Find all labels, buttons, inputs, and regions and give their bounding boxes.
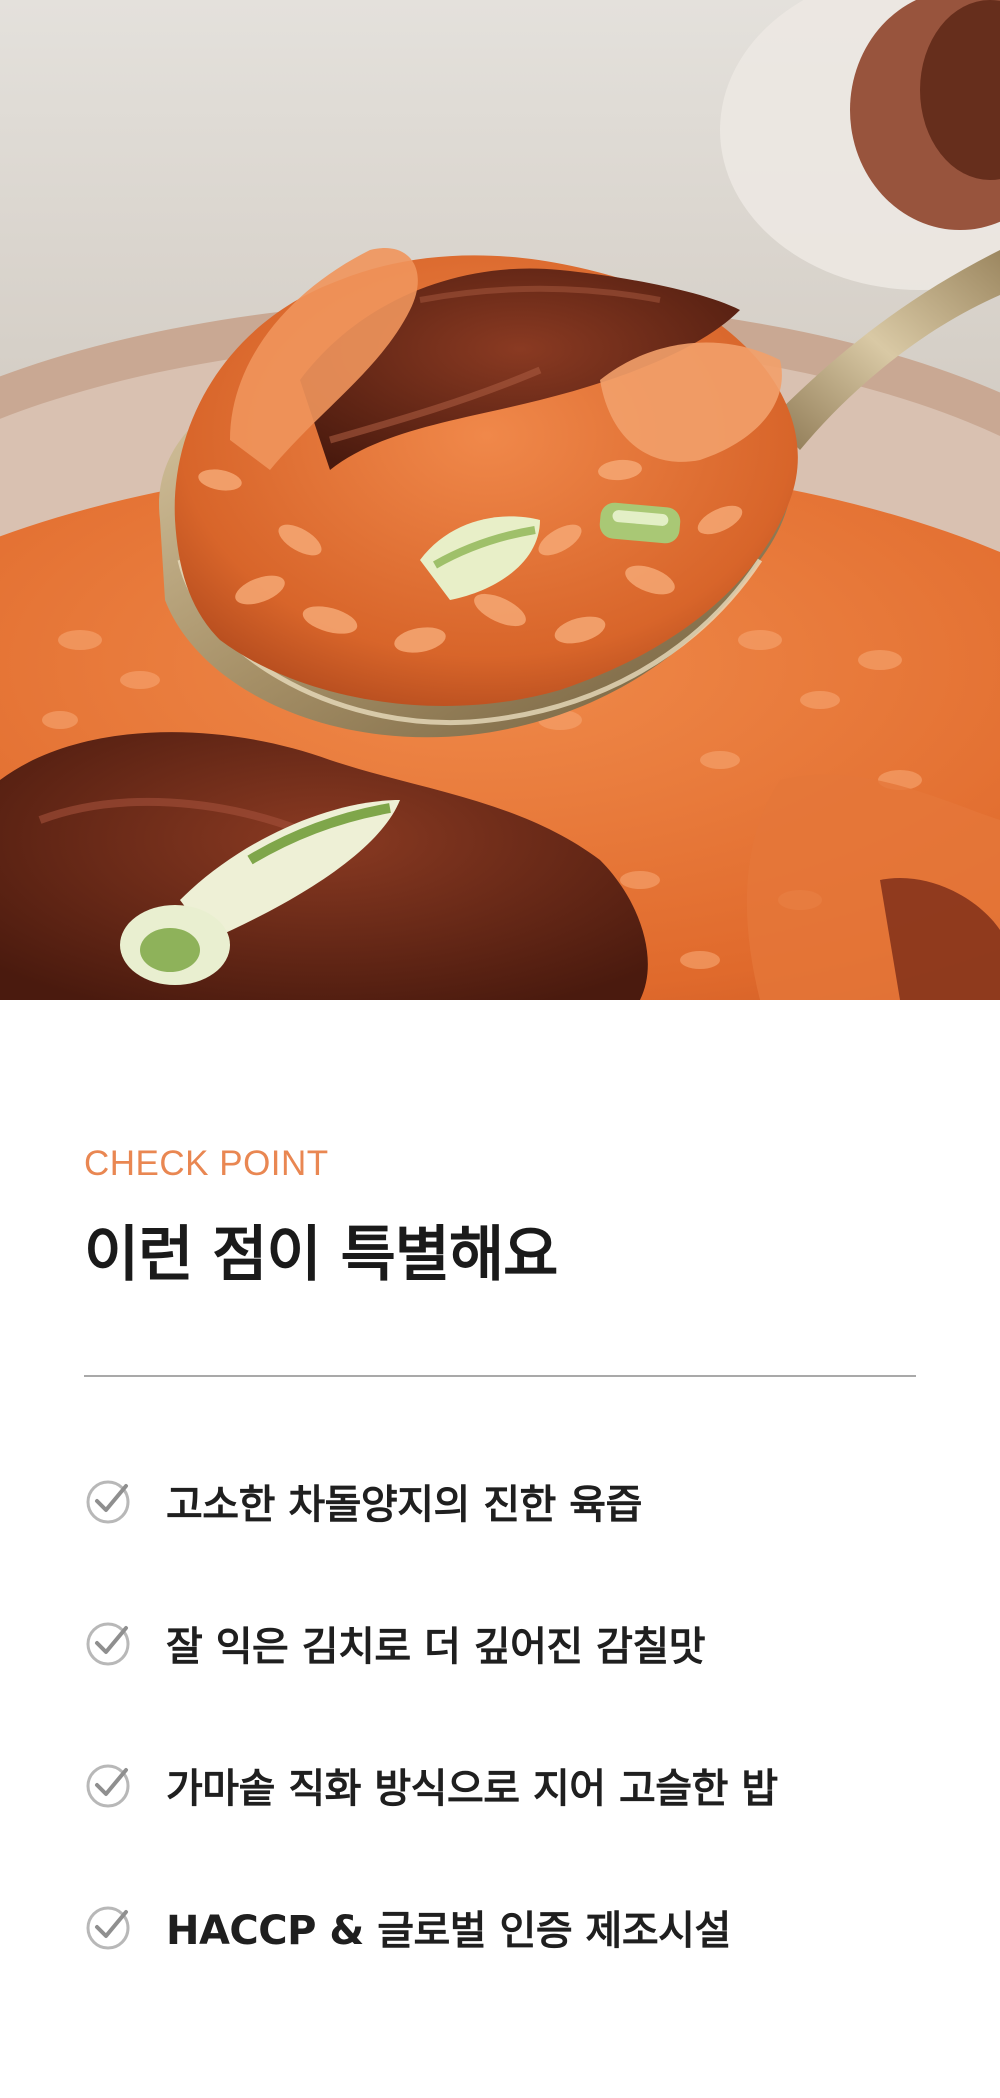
section-eyebrow: CHECK POINT <box>84 1144 329 1183</box>
check-point-text: HACCP & 글로벌 인증 제조시설 <box>166 1908 731 1954</box>
hero-food-image <box>0 0 1000 1000</box>
section-divider <box>84 1375 916 1377</box>
check-circle-icon <box>86 1906 130 1950</box>
kimchi-fried-rice-illustration <box>0 0 1000 1000</box>
check-point-item: 고소한 차돌양지의 진한 육즙 <box>84 1430 964 1572</box>
check-point-item: 가마솥 직화 방식으로 지어 고슬한 밥 <box>84 1714 964 1856</box>
check-circle-icon <box>86 1622 130 1666</box>
check-point-list: 고소한 차돌양지의 진한 육즙 잘 익은 김치로 더 깊어진 감칠맛 가마솥 직… <box>84 1430 964 1998</box>
check-point-item: HACCP & 글로벌 인증 제조시설 <box>84 1856 964 1998</box>
check-point-text: 가마솥 직화 방식으로 지어 고슬한 밥 <box>166 1766 778 1812</box>
check-point-text: 고소한 차돌양지의 진한 육즙 <box>166 1482 642 1528</box>
check-point-item: 잘 익은 김치로 더 깊어진 감칠맛 <box>84 1572 964 1714</box>
check-circle-icon <box>86 1764 130 1808</box>
product-detail-page: CHECK POINT 이런 점이 특별해요 고소한 차돌양지의 진한 육즙 잘… <box>0 0 1000 2098</box>
check-point-text: 잘 익은 김치로 더 깊어진 감칠맛 <box>166 1624 706 1670</box>
check-circle-icon <box>86 1480 130 1524</box>
section-headline: 이런 점이 특별해요 <box>84 1220 558 1290</box>
